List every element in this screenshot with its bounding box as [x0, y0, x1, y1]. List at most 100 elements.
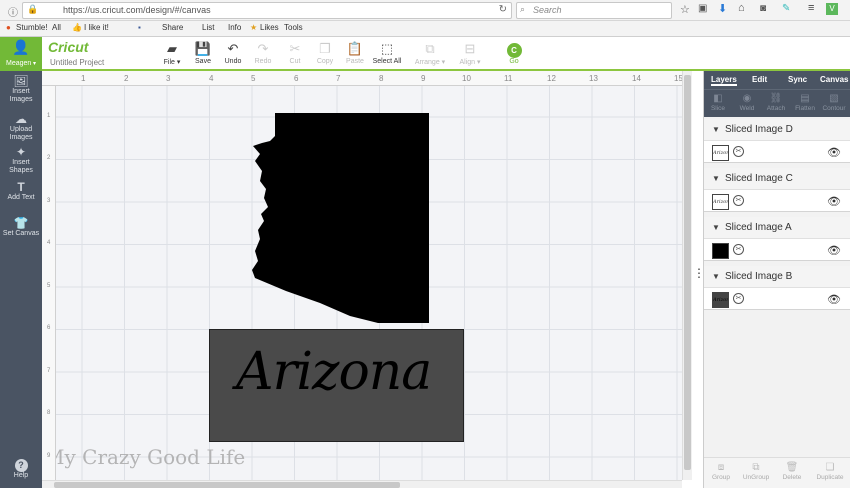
paste-icon: 📋 [346, 41, 364, 56]
menu-icon[interactable]: ≡ [808, 2, 814, 14]
duplicate-button[interactable]: ❏ Duplicate [812, 461, 848, 481]
select-all-button[interactable]: ⬚ Select All [369, 40, 405, 65]
trash-icon: 🗑 [785, 462, 799, 473]
shirt-icon: 👕 [13, 216, 29, 230]
bookmark-likes[interactable]: Likes [260, 21, 279, 35]
arizona-text-image[interactable]: Arizona [209, 329, 464, 442]
flatten-button[interactable]: ▤ Flatten [791, 93, 819, 112]
ruler-x-label: 4 [209, 74, 214, 83]
eye-icon[interactable]: 👁 [827, 293, 841, 306]
upload-cloud-icon: ☁ [15, 112, 27, 126]
caret-down-icon: ▼ [712, 272, 720, 281]
align-button[interactable]: ⊟ Align ▾ [452, 40, 488, 66]
scissors-icon[interactable]: ✂ [733, 244, 744, 255]
layer-name: Sliced Image C [725, 173, 793, 184]
paste-button[interactable]: 📋 Paste [337, 40, 373, 65]
vertical-scrollbar[interactable] [682, 71, 692, 480]
ruler-x-label: 10 [462, 74, 471, 83]
caret-down-icon: ▼ [712, 125, 720, 134]
weld-icon: ◉ [742, 93, 752, 104]
slice-button[interactable]: ◧ Slice [704, 93, 732, 112]
tab-layers[interactable]: Layers [711, 75, 737, 86]
layer-header[interactable]: ▼ Sliced Image B [704, 266, 850, 288]
bookmark-star-icon[interactable]: ☆ [680, 3, 690, 16]
user-menu-button[interactable]: 👤 Meagen ▾ [0, 37, 42, 71]
layer-name: Sliced Image D [725, 124, 793, 135]
weld-button[interactable]: ◉ Weld [733, 93, 761, 112]
horizontal-scrollbar[interactable] [42, 480, 682, 488]
bookmark-stumble[interactable]: Stumble! [16, 21, 48, 35]
sidebar-item-insert-images[interactable]: 🖼 Insert Images [0, 74, 42, 104]
thumbs-up-icon: 👍 [72, 23, 82, 32]
eye-icon[interactable]: 👁 [827, 195, 841, 208]
scissors-icon[interactable]: ✂ [733, 146, 744, 157]
search-placeholder: Search [533, 5, 562, 15]
eye-icon[interactable]: 👁 [827, 146, 841, 159]
extension-icon[interactable]: ✎ [782, 3, 790, 14]
layer-header[interactable]: ▼ Sliced Image D [704, 119, 850, 141]
tab-edit[interactable]: Edit [752, 75, 767, 84]
horizontal-scroll-thumb[interactable] [54, 482, 400, 488]
layer-item[interactable]: ▼ Sliced Image B Arizona ✂ 👁 [704, 266, 850, 310]
bookmark-share[interactable]: Share [162, 21, 183, 35]
redo-button[interactable]: ↷ Redo [245, 40, 281, 65]
lock-icon: 🔒 [27, 4, 39, 14]
arrange-button[interactable]: ⧉ Arrange ▾ [410, 40, 450, 66]
sidebar-item-upload-images[interactable]: ☁ Upload Images [0, 112, 42, 142]
ungroup-button[interactable]: ⧉ UnGroup [741, 461, 771, 481]
download-icon[interactable]: ⬇ [718, 2, 727, 15]
contour-button[interactable]: ▧ Contour [820, 93, 848, 112]
layer-item[interactable]: ▼ Sliced Image C Arizona ✂ 👁 [704, 168, 850, 212]
info-icon[interactable]: ⓘ [8, 4, 18, 19]
cricut-logo: Cricut [48, 39, 89, 55]
layer-header[interactable]: ▼ Sliced Image C [704, 168, 850, 190]
bookmark-tools[interactable]: Tools [284, 21, 303, 35]
group-button[interactable]: ⧈ Group [706, 461, 736, 481]
ruler-y-label: 7 [47, 368, 51, 374]
contour-icon: ▧ [829, 93, 839, 104]
vertical-scroll-thumb[interactable] [684, 75, 691, 470]
clipboard-icon[interactable]: ▣ [698, 3, 707, 14]
layer-item[interactable]: ▼ Sliced Image D Arizona ✂ 👁 [704, 119, 850, 163]
bookmark-i-like-it[interactable]: I like it! [84, 21, 109, 35]
arizona-state-shape[interactable] [250, 111, 430, 326]
panel-resize-grip[interactable]: ⋮ [693, 267, 705, 294]
ruler-x-label: 5 [251, 74, 256, 83]
ruler-x-label: 11 [504, 74, 513, 83]
bookmark-all[interactable]: All [52, 21, 61, 35]
scissors-icon[interactable]: ✂ [733, 293, 744, 304]
bookmark-info[interactable]: Info [228, 21, 241, 35]
attach-button[interactable]: ⛓ Attach [762, 93, 790, 112]
layer-thumbnail: Arizona [712, 292, 729, 308]
bookmark-list[interactable]: List [202, 21, 214, 35]
delete-button[interactable]: 🗑 Delete [777, 461, 807, 481]
layer-thumbnail: Arizona [712, 145, 729, 161]
ungroup-icon: ⧉ [752, 462, 760, 473]
address-bar[interactable]: 🔒 https://us.cricut.com/design/#/canvas … [22, 2, 512, 19]
tab-sync[interactable]: Sync [788, 75, 807, 84]
url-text: https://us.cricut.com/design/#/canvas [63, 5, 211, 15]
layer-tools: ◧ Slice ◉ Weld ⛓ Attach ▤ Flatten ▧ Contour [704, 89, 850, 117]
layer-name: Sliced Image B [725, 271, 793, 282]
project-title[interactable]: Untitled Project [50, 58, 104, 67]
sidebar-item-help[interactable]: ? Help [0, 459, 42, 480]
search-icon: ⌕ [520, 4, 526, 14]
sidebar-item-insert-shapes[interactable]: ✦ Insert Shapes [0, 145, 42, 175]
home-icon[interactable]: ⌂ [738, 2, 745, 14]
pocket-icon[interactable]: ◙ [760, 3, 766, 14]
layer-item[interactable]: ▼ Sliced Image A ✂ 👁 [704, 217, 850, 261]
duplicate-icon: ❏ [825, 462, 835, 473]
sidebar-item-add-text[interactable]: T Add Text [0, 180, 42, 202]
sidebar-item-set-canvas[interactable]: 👕 Set Canvas [0, 216, 42, 238]
reload-icon[interactable]: ↻ [499, 4, 507, 15]
scissors-icon[interactable]: ✂ [733, 195, 744, 206]
tab-canvas[interactable]: Canvas [820, 75, 848, 84]
extension-v-icon[interactable]: V [826, 3, 838, 15]
layer-header[interactable]: ▼ Sliced Image A [704, 217, 850, 239]
go-icon: C [506, 43, 522, 58]
eye-icon[interactable]: 👁 [827, 244, 841, 257]
design-canvas[interactable]: Arizona My Crazy Good Life [42, 71, 692, 480]
go-button[interactable]: C Go [496, 40, 532, 65]
search-input[interactable]: ⌕ Search [516, 2, 672, 19]
caret-down-icon: ▼ [712, 174, 720, 183]
